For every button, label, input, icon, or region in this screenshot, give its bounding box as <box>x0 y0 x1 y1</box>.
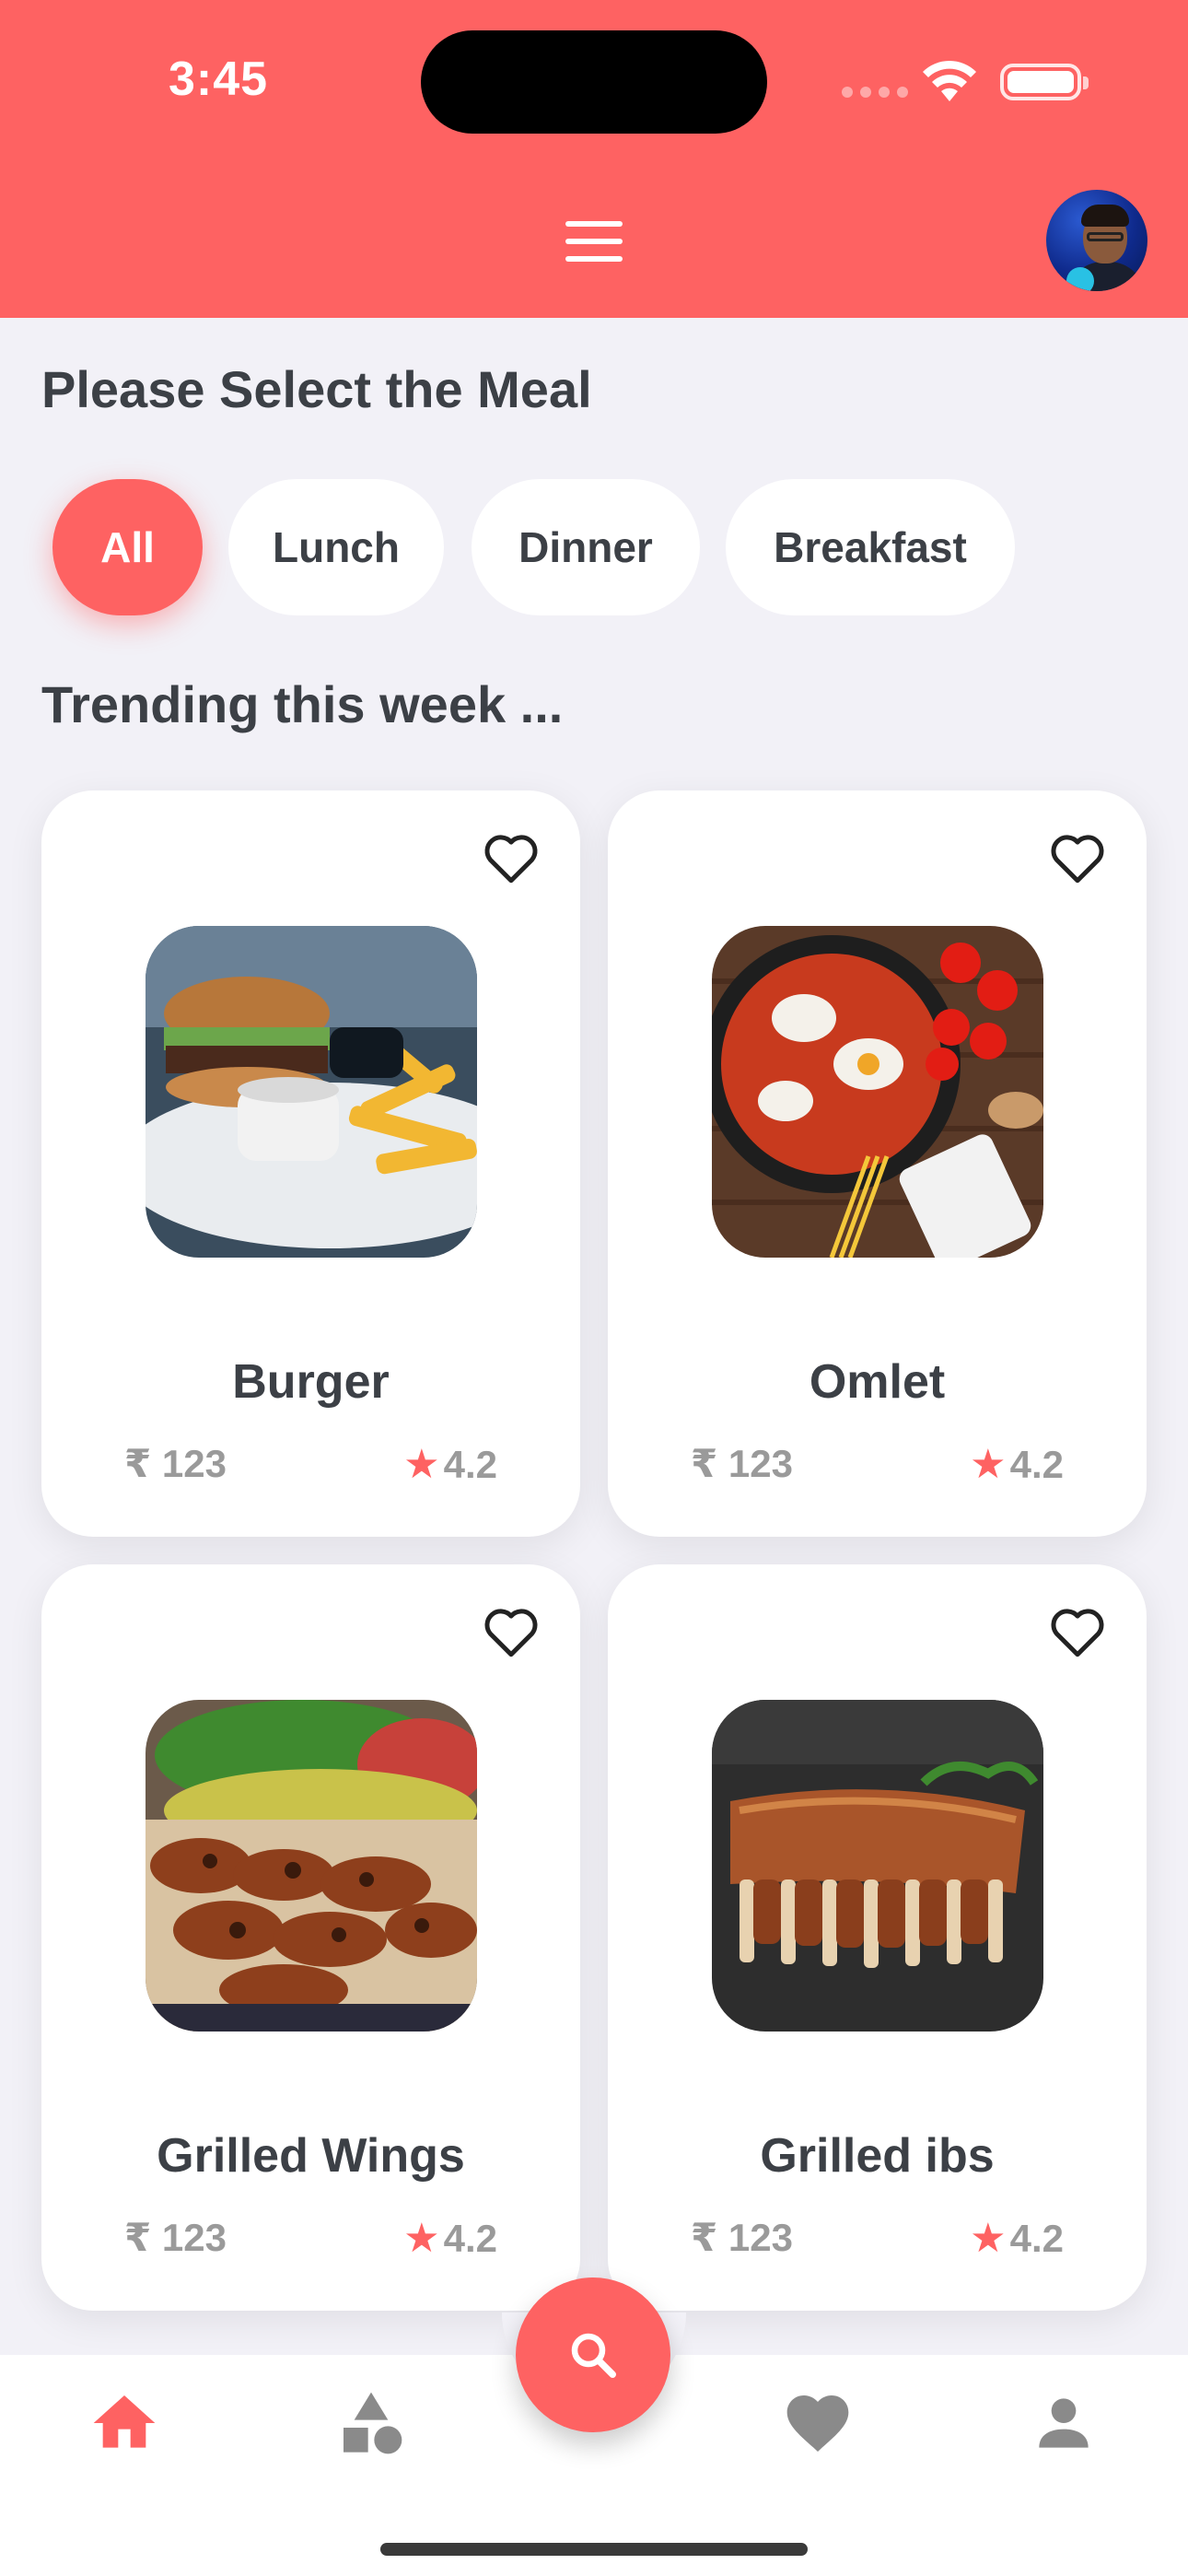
star-icon: ★ <box>403 2216 440 2261</box>
battery-icon <box>1000 64 1089 100</box>
rating-value: 4.2 <box>1009 1442 1064 1486</box>
omlet-image <box>712 926 1043 1258</box>
star-icon: ★ <box>970 2216 1007 2261</box>
user-avatar[interactable] <box>1046 190 1147 291</box>
burger-image <box>146 926 477 1258</box>
app-header: 3:45 <box>0 0 1188 318</box>
categories-icon[interactable] <box>334 2386 408 2460</box>
filter-chip-dinner[interactable]: Dinner <box>472 479 700 615</box>
meal-rating: ★ 4.2 <box>970 1441 1064 1488</box>
trending-title: Trending this week ... <box>41 675 564 733</box>
meal-name: Grilled ibs <box>760 2129 995 2183</box>
meal-card-grilled-ribs[interactable]: Grilled ibs ₹ 123 ★ 4.2 <box>608 1564 1147 2311</box>
rating-value: 4.2 <box>443 2216 497 2260</box>
meal-rating: ★ 4.2 <box>403 1441 497 1488</box>
grilled-wings-image <box>146 1700 477 2032</box>
heart-outline-icon[interactable] <box>479 1599 543 1664</box>
search-icon[interactable] <box>516 2277 670 2432</box>
meal-card-burger[interactable]: Burger ₹ 123 ★ 4.2 <box>41 790 580 1537</box>
hamburger-menu-icon[interactable] <box>565 221 623 262</box>
heart-outline-icon[interactable] <box>479 825 543 890</box>
meal-rating: ★ 4.2 <box>403 2215 497 2262</box>
home-indicator[interactable] <box>380 2543 808 2556</box>
home-icon[interactable] <box>87 2386 161 2460</box>
meal-price: ₹ 123 <box>691 2216 793 2259</box>
meal-name: Burger <box>232 1355 390 1409</box>
select-meal-title: Please Select the Meal <box>41 360 592 418</box>
heart-outline-icon[interactable] <box>1045 825 1110 890</box>
favorites-icon[interactable] <box>781 2386 855 2460</box>
filter-chip-lunch[interactable]: Lunch <box>228 479 444 615</box>
cellular-signal-icon <box>842 86 915 102</box>
meal-card-grilled-wings[interactable]: Grilled Wings ₹ 123 ★ 4.2 <box>41 1564 580 2311</box>
meal-price: ₹ 123 <box>124 1442 227 1485</box>
star-icon: ★ <box>403 1442 440 1487</box>
meal-name: Omlet <box>809 1355 946 1409</box>
heart-outline-icon[interactable] <box>1045 1599 1110 1664</box>
profile-icon[interactable] <box>1027 2386 1101 2460</box>
dynamic-island <box>421 30 767 134</box>
wifi-icon <box>921 59 978 108</box>
star-icon: ★ <box>970 1442 1007 1487</box>
meal-name: Grilled Wings <box>157 2129 465 2183</box>
filter-chip-all[interactable]: All <box>52 479 203 615</box>
rating-value: 4.2 <box>443 1442 497 1486</box>
meal-price: ₹ 123 <box>691 1442 793 1485</box>
rating-value: 4.2 <box>1009 2216 1064 2260</box>
grilled-ribs-image <box>712 1700 1043 2032</box>
meal-price: ₹ 123 <box>124 2216 227 2259</box>
status-time: 3:45 <box>169 53 269 106</box>
filter-chip-breakfast[interactable]: Breakfast <box>726 479 1015 615</box>
meal-card-omlet[interactable]: Omlet ₹ 123 ★ 4.2 <box>608 790 1147 1537</box>
meal-rating: ★ 4.2 <box>970 2215 1064 2262</box>
